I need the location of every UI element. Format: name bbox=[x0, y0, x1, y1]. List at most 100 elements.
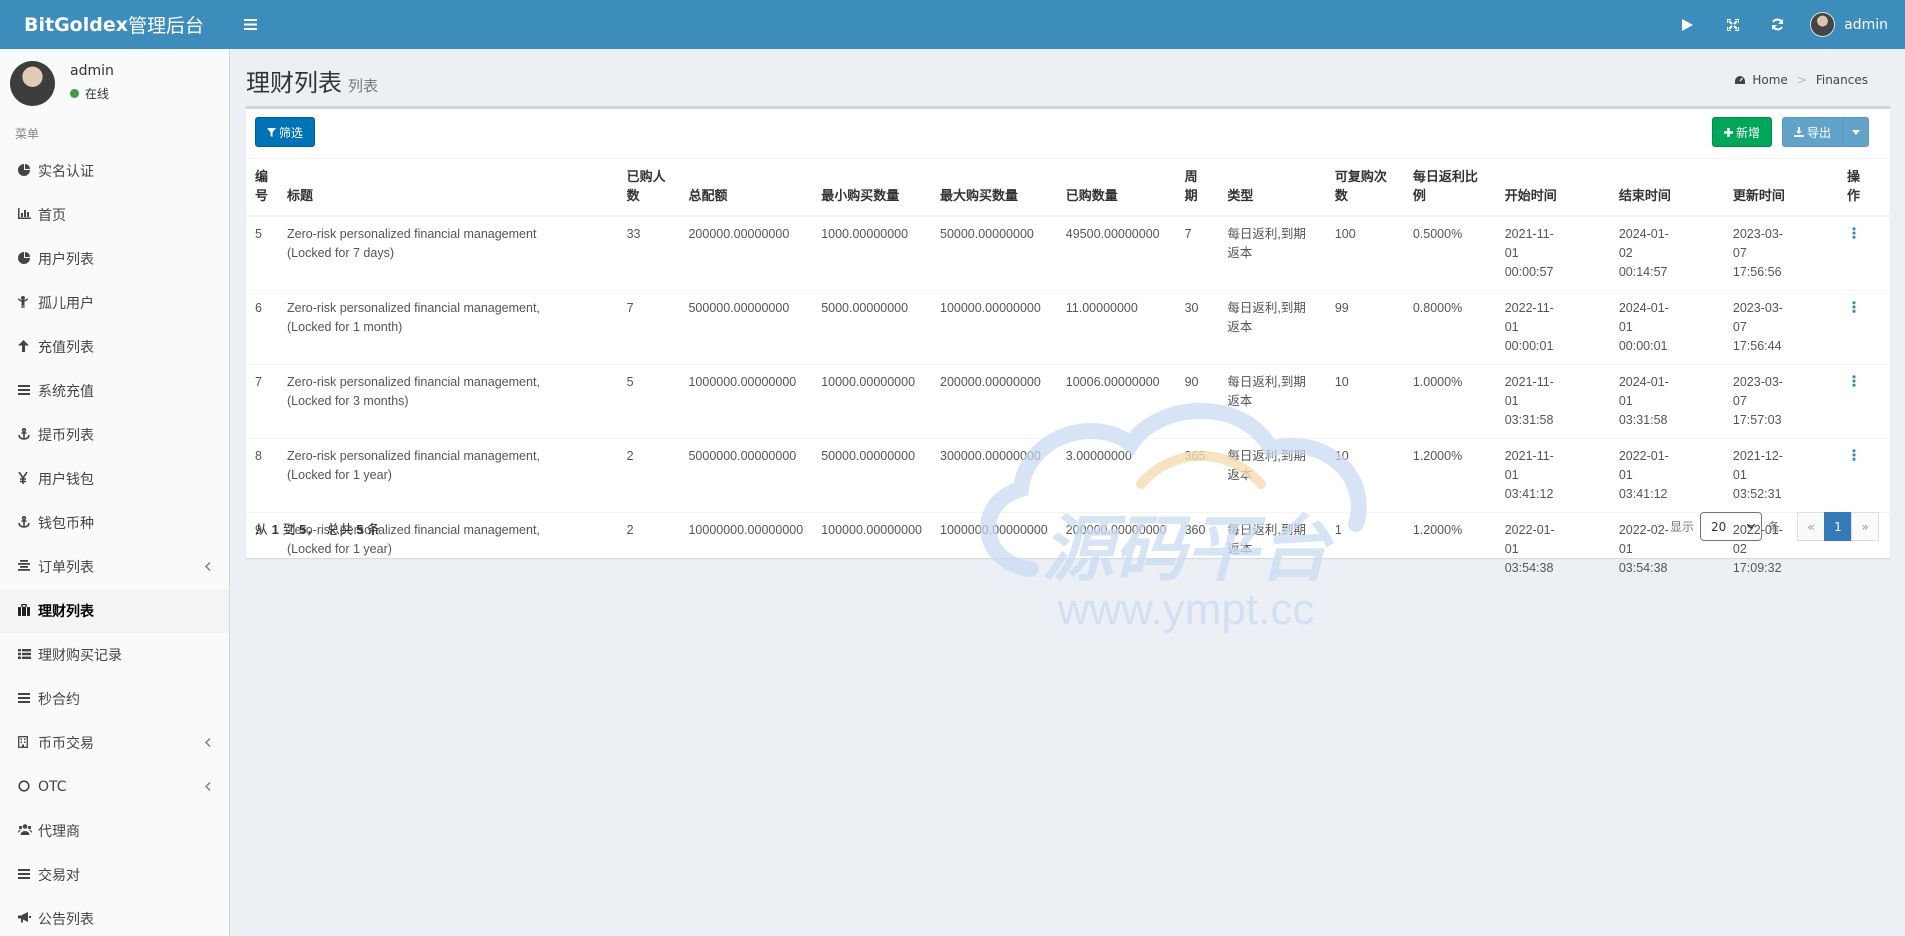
table-row[interactable]: 9 Zero-risk personalized financial manage… bbox=[246, 512, 1890, 586]
chevron-left-icon bbox=[205, 736, 211, 750]
cell-end-text: 2022-01-01 03:41:12 bbox=[1618, 449, 1669, 501]
pg-info-to: 到 bbox=[282, 522, 296, 537]
sidebar-item-3[interactable]: 孤儿用户 bbox=[0, 281, 229, 325]
col-title[interactable]: 标题 bbox=[278, 158, 618, 217]
col-times[interactable]: 可复购次数 bbox=[1325, 158, 1404, 217]
col-bought[interactable]: 已购数量 bbox=[1056, 158, 1176, 217]
cell-start: 2021-11-01 03:41:12 bbox=[1495, 438, 1610, 513]
sidebar-item-8[interactable]: 钱包币种 bbox=[0, 501, 229, 545]
sidebar-item-0[interactable]: 实名认证 bbox=[0, 149, 229, 193]
sidebar-item-15[interactable]: 代理商 bbox=[0, 809, 229, 853]
refresh-button[interactable] bbox=[1755, 0, 1800, 49]
sidebar-item-7[interactable]: 用户钱包 bbox=[0, 457, 229, 501]
sidebar-item-14[interactable]: OTC bbox=[0, 765, 229, 809]
cell-total-text: 10000000.00000000 bbox=[688, 523, 804, 537]
page-1-button[interactable]: 1 bbox=[1824, 512, 1852, 541]
cell-max: 50000.00000000 bbox=[931, 215, 1057, 291]
cell-id-text: 6 bbox=[255, 301, 262, 315]
row-actions-button[interactable] bbox=[1837, 438, 1890, 513]
ellipsis-vertical-icon bbox=[1852, 227, 1856, 239]
row-actions-button[interactable] bbox=[1837, 290, 1890, 365]
cell-end-text: 2024-01-01 00:00:01 bbox=[1618, 301, 1669, 353]
sidebar-toggle-button[interactable] bbox=[230, 0, 270, 49]
sidebar-item-4[interactable]: 充值列表 bbox=[0, 325, 229, 369]
cell-times: 1 bbox=[1325, 512, 1404, 586]
bars-icon bbox=[18, 868, 38, 882]
brand-logo[interactable]: BitGoldex 管理后台 bbox=[0, 0, 230, 49]
sidebar-item-5[interactable]: 系统充值 bbox=[0, 369, 229, 413]
col-start[interactable]: 开始时间 bbox=[1495, 158, 1610, 217]
cell-title-text: Zero-risk personalized financial managem… bbox=[287, 301, 540, 334]
avatar bbox=[1810, 12, 1836, 37]
sidebar-item-10[interactable]: 理财列表 bbox=[0, 589, 229, 633]
cell-rate-text: 1.2000% bbox=[1412, 523, 1463, 537]
user-menu[interactable]: admin bbox=[1800, 0, 1905, 49]
export-dropdown-button[interactable] bbox=[1843, 117, 1869, 147]
cell-type: 每日返利,到期返本 bbox=[1218, 290, 1326, 365]
table-row[interactable]: 7 Zero-risk personalized financial manage… bbox=[246, 364, 1890, 439]
col-end[interactable]: 结束时间 bbox=[1609, 158, 1724, 217]
cell-title: Zero-risk personalized financial managem… bbox=[278, 364, 618, 439]
users-icon bbox=[17, 824, 38, 838]
col-buyers[interactable]: 已购人数 bbox=[617, 158, 680, 217]
cell-id-text: 8 bbox=[255, 449, 262, 463]
page-size-select[interactable]: 20 bbox=[1699, 512, 1762, 541]
header-buyers: 已购人数 bbox=[626, 169, 666, 203]
content-wrapper: 理财列表 列表 Home > Finances 筛选 新增 导出 编号 标题 已… bbox=[231, 49, 1905, 936]
page-subtitle: 列表 bbox=[348, 77, 379, 95]
export-button[interactable]: 导出 bbox=[1782, 117, 1843, 147]
sidebar-item-16[interactable]: 交易对 bbox=[0, 853, 229, 897]
pg-info-total: 5 bbox=[356, 522, 364, 537]
sidebar-item-17[interactable]: 公告列表 bbox=[0, 897, 229, 936]
sidebar-item-label: 代理商 bbox=[38, 824, 80, 840]
col-type[interactable]: 类型 bbox=[1218, 158, 1326, 217]
cell-period: 30 bbox=[1175, 290, 1219, 365]
add-button[interactable]: 新增 bbox=[1712, 117, 1772, 147]
pagination-controls: 显示 20 条 « 1 » bbox=[1670, 512, 1890, 541]
col-max[interactable]: 最大购买数量 bbox=[931, 158, 1057, 217]
refresh-icon bbox=[1772, 18, 1784, 31]
header-start: 开始时间 bbox=[1504, 188, 1557, 203]
sidebar-item-12[interactable]: 秒合约 bbox=[0, 677, 229, 721]
cell-max-text: 50000.00000000 bbox=[940, 227, 1034, 241]
sidebar-item-11[interactable]: 理财购买记录 bbox=[0, 633, 229, 677]
cell-total: 5000000.00000000 bbox=[679, 438, 813, 513]
cell-bought-text: 3.00000000 bbox=[1065, 449, 1132, 463]
page-title-text: 理财列表 bbox=[246, 69, 342, 97]
col-min[interactable]: 最小购买数量 bbox=[812, 158, 931, 217]
cell-period: 7 bbox=[1175, 215, 1219, 291]
row-actions-button[interactable] bbox=[1837, 215, 1890, 291]
table-row[interactable]: 5 Zero-risk personalized financial manage… bbox=[246, 215, 1890, 291]
cell-updated-text: 2021-12-01 03:52:31 bbox=[1732, 449, 1783, 501]
cell-start: 2021-11-01 03:31:58 bbox=[1495, 364, 1610, 439]
col-rate[interactable]: 每日返利比例 bbox=[1403, 158, 1496, 217]
sidebar-item-6[interactable]: 提币列表 bbox=[0, 413, 229, 457]
prev-page-button[interactable]: « bbox=[1797, 512, 1825, 541]
col-total[interactable]: 总配额 bbox=[679, 158, 813, 217]
sidebar-item-13[interactable]: 币币交易 bbox=[0, 721, 229, 765]
cell-end: 2024-01-02 00:14:57 bbox=[1609, 215, 1724, 291]
table-row[interactable]: 6 Zero-risk personalized financial manage… bbox=[246, 290, 1890, 365]
pie-icon bbox=[18, 163, 38, 179]
fullscreen-button[interactable] bbox=[1710, 0, 1755, 49]
cell-rate-text: 1.0000% bbox=[1412, 375, 1463, 389]
cell-min-text: 1000.00000000 bbox=[821, 227, 909, 241]
cell-bought: 11.00000000 bbox=[1056, 290, 1176, 365]
cell-rate: 1.2000% bbox=[1403, 512, 1496, 586]
table-row[interactable]: 8 Zero-risk personalized financial manage… bbox=[246, 438, 1890, 513]
status-dot-icon bbox=[70, 89, 79, 98]
col-updated[interactable]: 更新时间 bbox=[1723, 158, 1838, 217]
col-id[interactable]: 编号 bbox=[246, 158, 278, 217]
arrow-up-icon bbox=[18, 339, 38, 355]
col-period[interactable]: 周期 bbox=[1175, 158, 1219, 217]
breadcrumb: Home > Finances bbox=[1734, 73, 1868, 87]
sidebar-item-2[interactable]: 用户列表 bbox=[0, 237, 229, 281]
sidebar-item-1[interactable]: 首页 bbox=[0, 193, 229, 237]
breadcrumb-home[interactable]: Home bbox=[1752, 73, 1787, 87]
next-page-button[interactable]: » bbox=[1851, 512, 1879, 541]
play-button[interactable] bbox=[1665, 0, 1710, 49]
sidebar-item-9[interactable]: 订单列表 bbox=[0, 545, 229, 589]
row-actions-button[interactable] bbox=[1837, 364, 1890, 439]
header-max: 最大购买数量 bbox=[940, 188, 1019, 203]
filter-button[interactable]: 筛选 bbox=[255, 117, 315, 147]
